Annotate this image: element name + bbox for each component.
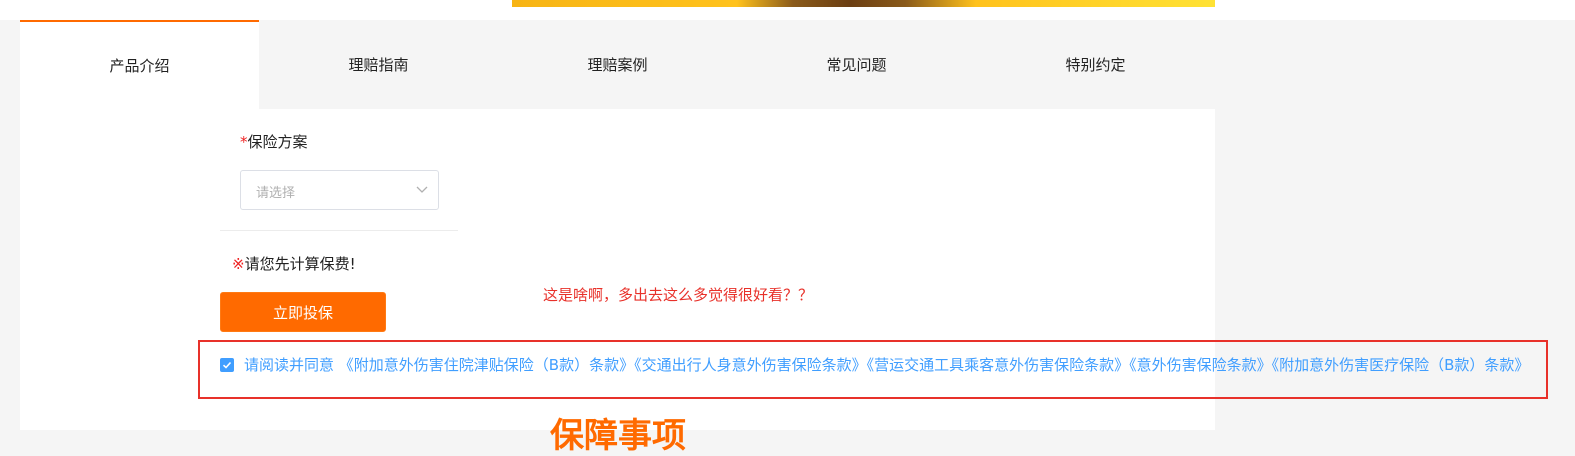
plan-label: *保险方案 [240,131,308,152]
premium-notice: ※请您先计算保费! [232,253,356,274]
plan-select-placeholder: 请选择 [256,186,296,201]
tab-claim-cases[interactable]: 理赔案例 [498,20,737,109]
required-mark: * [240,133,248,151]
tab-special-agreement[interactable]: 特别约定 [976,20,1215,109]
tab-bar: 产品介绍 理赔指南 理赔案例 常见问题 特别约定 [20,20,1215,109]
tab-claim-guide[interactable]: 理赔指南 [259,20,498,109]
divider [220,230,458,231]
buy-now-button[interactable]: 立即投保 [220,292,386,332]
section-title: 保障事项 [550,416,686,456]
notice-text: 请您先计算保费! [244,255,356,273]
tab-product-intro[interactable]: 产品介绍 [20,20,259,109]
chevron-down-icon [416,186,428,193]
plan-label-text: 保险方案 [247,133,308,151]
banner-image [512,0,1215,7]
plan-select[interactable]: 请选择 [240,170,439,210]
annotation-highlight-box [198,340,1548,399]
tab-faq[interactable]: 常见问题 [737,20,976,109]
annotation-comment: 这是啥啊，多出去这么多觉得很好看？？ [543,286,814,304]
notice-mark: ※ [232,255,245,273]
